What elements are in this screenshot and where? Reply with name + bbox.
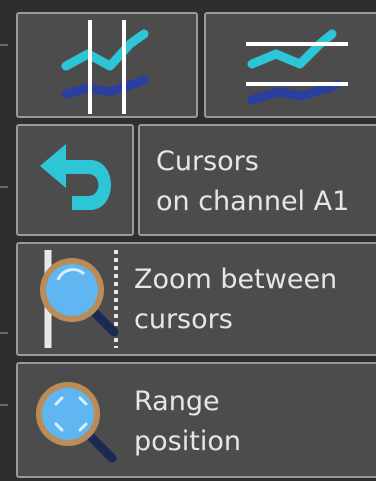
zoom-between-line1: Zoom between	[134, 264, 338, 295]
edge-tick	[0, 332, 8, 334]
zoom-between-cursors-button[interactable]: Zoom between cursors	[16, 242, 376, 356]
cursor-channel-line1: Cursors	[156, 146, 259, 177]
cursor-channel-label: Cursors on channel A1	[156, 142, 349, 222]
cursor-channel-line2: on channel A1	[156, 186, 350, 217]
range-position-line1: Range	[134, 386, 220, 417]
zoom-between-line2: cursors	[134, 304, 233, 335]
horizontal-cursors-button[interactable]	[204, 12, 376, 118]
zoom-between-label: Zoom between cursors	[134, 260, 337, 340]
cursor-channel-button[interactable]: Cursors on channel A1	[138, 124, 376, 236]
vertical-cursors-chart-icon	[61, 20, 149, 114]
edge-tick	[0, 186, 8, 188]
edge-tick	[0, 44, 8, 46]
vertical-cursors-button[interactable]	[16, 12, 198, 118]
cursor-tools-panel: Cursors on channel A1 Zoom between curso…	[0, 0, 376, 481]
undo-arrow-icon	[40, 144, 111, 210]
zoom-magnifier-cursors-icon	[40, 250, 119, 348]
range-position-line2: position	[134, 426, 241, 457]
range-position-label: Range position	[134, 382, 241, 462]
horizontal-cursors-chart-icon	[246, 29, 348, 105]
undo-button[interactable]	[16, 124, 134, 236]
range-magnifier-icon	[36, 382, 117, 463]
range-position-button[interactable]: Range position	[16, 362, 376, 478]
edge-tick	[0, 404, 8, 406]
